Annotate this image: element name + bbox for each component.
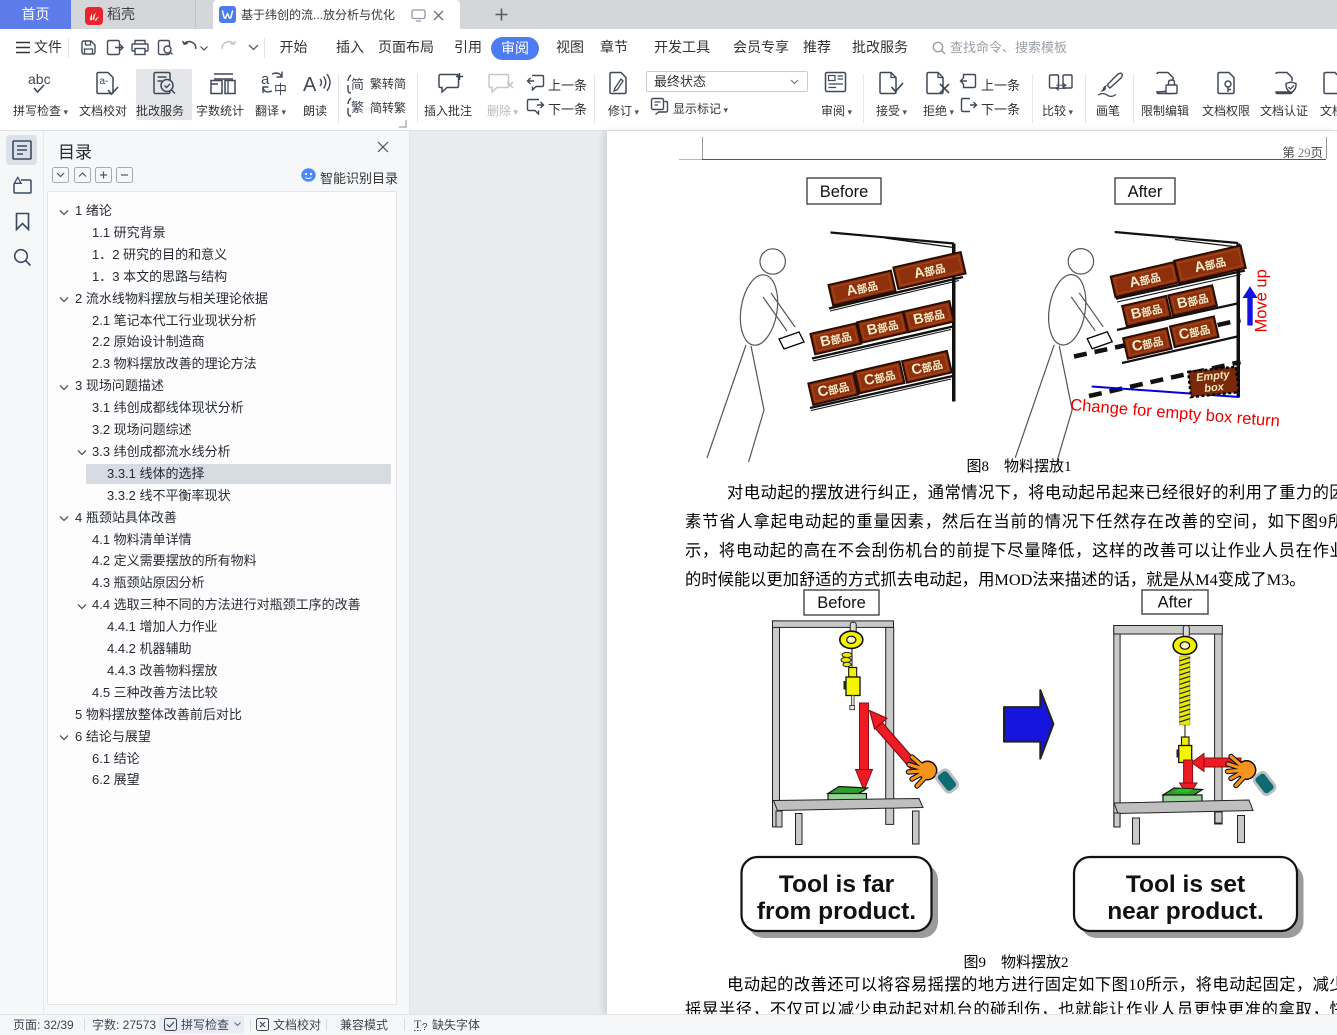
- svg-text:?: ?: [422, 1022, 428, 1032]
- svg-text:Before: Before: [820, 183, 869, 201]
- svg-text:Change for empty box return: Change for empty box return: [1070, 396, 1281, 430]
- svg-text:T: T: [414, 1017, 422, 1031]
- svg-text:简: 简: [351, 77, 364, 92]
- svg-text:box: box: [1204, 381, 1226, 395]
- svg-text:from product.: from product.: [757, 898, 916, 925]
- svg-text:a-: a-: [100, 76, 109, 87]
- svg-text:abc: abc: [28, 72, 51, 87]
- svg-text:Tool is set: Tool is set: [1126, 871, 1245, 898]
- svg-text:A: A: [303, 74, 317, 96]
- svg-text:near product.: near product.: [1107, 898, 1264, 925]
- svg-text:繁: 繁: [351, 100, 364, 115]
- svg-text:Move up: Move up: [1253, 269, 1271, 332]
- svg-text:After: After: [1128, 183, 1163, 201]
- svg-text:Before: Before: [817, 594, 866, 612]
- svg-text:a: a: [261, 71, 270, 88]
- svg-text:Tool is far: Tool is far: [779, 871, 895, 898]
- svg-text:After: After: [1158, 594, 1193, 612]
- svg-text:中: 中: [274, 82, 287, 97]
